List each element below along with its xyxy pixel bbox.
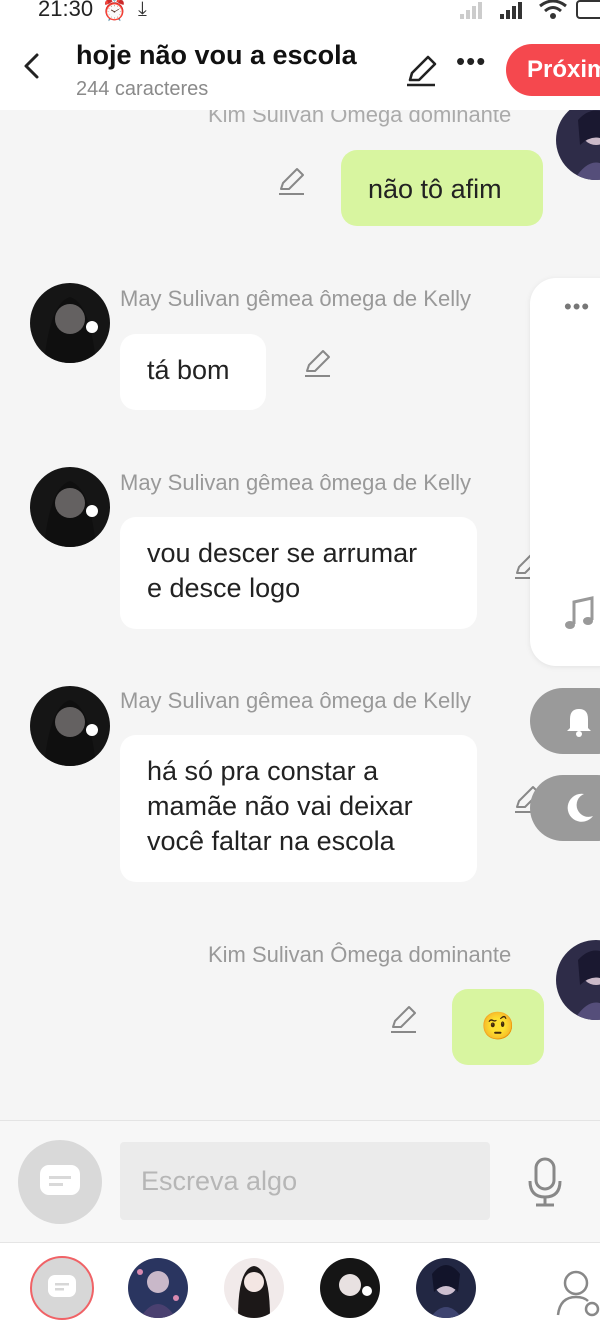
message-line: há só pra constar a: [147, 756, 379, 786]
message-line: mamãe não vai deixar: [147, 791, 413, 821]
more-icon[interactable]: •••: [456, 46, 486, 77]
pencil-icon[interactable]: [302, 348, 332, 378]
character-bar: [0, 1242, 600, 1328]
character-avatar[interactable]: [224, 1258, 284, 1318]
download-icon: ⤓: [138, 0, 147, 20]
message-line: e desce logo: [147, 573, 301, 603]
message-bubble[interactable]: há só pra constar a mamãe não vai deixar…: [120, 735, 477, 882]
signal-weak-icon: [460, 2, 482, 19]
avatar-may[interactable]: [30, 686, 110, 766]
chat-mode-button[interactable]: [18, 1140, 102, 1224]
message-input[interactable]: Escreva algo: [120, 1142, 490, 1220]
signal-icon: [500, 2, 522, 19]
character-avatar[interactable]: [128, 1258, 188, 1318]
pencil-icon[interactable]: [404, 54, 438, 88]
sender-name: May Sulivan gêmea ômega de Kelly: [120, 470, 471, 495]
character-avatar[interactable]: [416, 1258, 476, 1318]
avatar-kim[interactable]: [556, 940, 600, 1020]
message-bubble[interactable]: vou descer se arrumar e desce logo: [120, 517, 477, 629]
back-arrow-icon[interactable]: [18, 52, 46, 80]
character-avatar[interactable]: [320, 1258, 380, 1318]
microphone-icon[interactable]: [526, 1157, 564, 1207]
next-button[interactable]: Próximo: [506, 44, 600, 96]
sender-name: Kim Sulivan Ômega dominante: [208, 110, 512, 127]
battery-icon: [576, 0, 600, 19]
message-line: você faltar na escola: [147, 826, 395, 856]
user-settings-icon[interactable]: [556, 1269, 600, 1319]
avatar-kim[interactable]: [556, 110, 600, 180]
message-bubble[interactable]: 🤨: [452, 989, 544, 1065]
night-mode-toggle[interactable]: [530, 775, 600, 841]
sender-name: Kim Sulivan Ômega dominante: [208, 942, 512, 967]
message-bubble[interactable]: não tô afim: [341, 150, 543, 226]
avatar-may[interactable]: [30, 283, 110, 363]
chat-bubble-icon: [40, 1165, 80, 1195]
character-count: 244 caracteres: [76, 78, 209, 100]
pencil-icon[interactable]: [276, 166, 306, 196]
pencil-icon[interactable]: [388, 1004, 418, 1034]
floating-tool-panel: •••: [530, 278, 600, 666]
alarm-icon: ⏰: [102, 0, 127, 22]
status-bar: 21:30 ⏰ ⤓: [0, 0, 600, 24]
more-icon[interactable]: •••: [564, 294, 590, 320]
status-time: 21:30: [38, 0, 94, 21]
input-bar: Escreva algo: [0, 1120, 600, 1243]
music-note-icon[interactable]: [564, 596, 596, 632]
sender-name: May Sulivan gêmea ômega de Kelly: [120, 286, 471, 311]
chat-bubble-icon: [48, 1275, 76, 1297]
chat-header: hoje não vou a escola 244 caracteres •••…: [0, 24, 600, 110]
story-title: hoje não vou a escola: [76, 40, 357, 70]
notification-toggle[interactable]: [530, 688, 600, 754]
wifi-icon: [539, 0, 567, 19]
chat-area[interactable]: Kim Sulivan Ômega dominante não tô afim …: [0, 110, 600, 1120]
sender-name: May Sulivan gêmea ômega de Kelly: [120, 688, 471, 713]
moon-icon: [567, 793, 593, 822]
message-line: vou descer se arrumar: [147, 538, 418, 568]
narrator-button[interactable]: [30, 1256, 94, 1320]
bell-icon: [567, 709, 591, 737]
message-bubble[interactable]: tá bom: [120, 334, 266, 410]
avatar-may[interactable]: [30, 467, 110, 547]
